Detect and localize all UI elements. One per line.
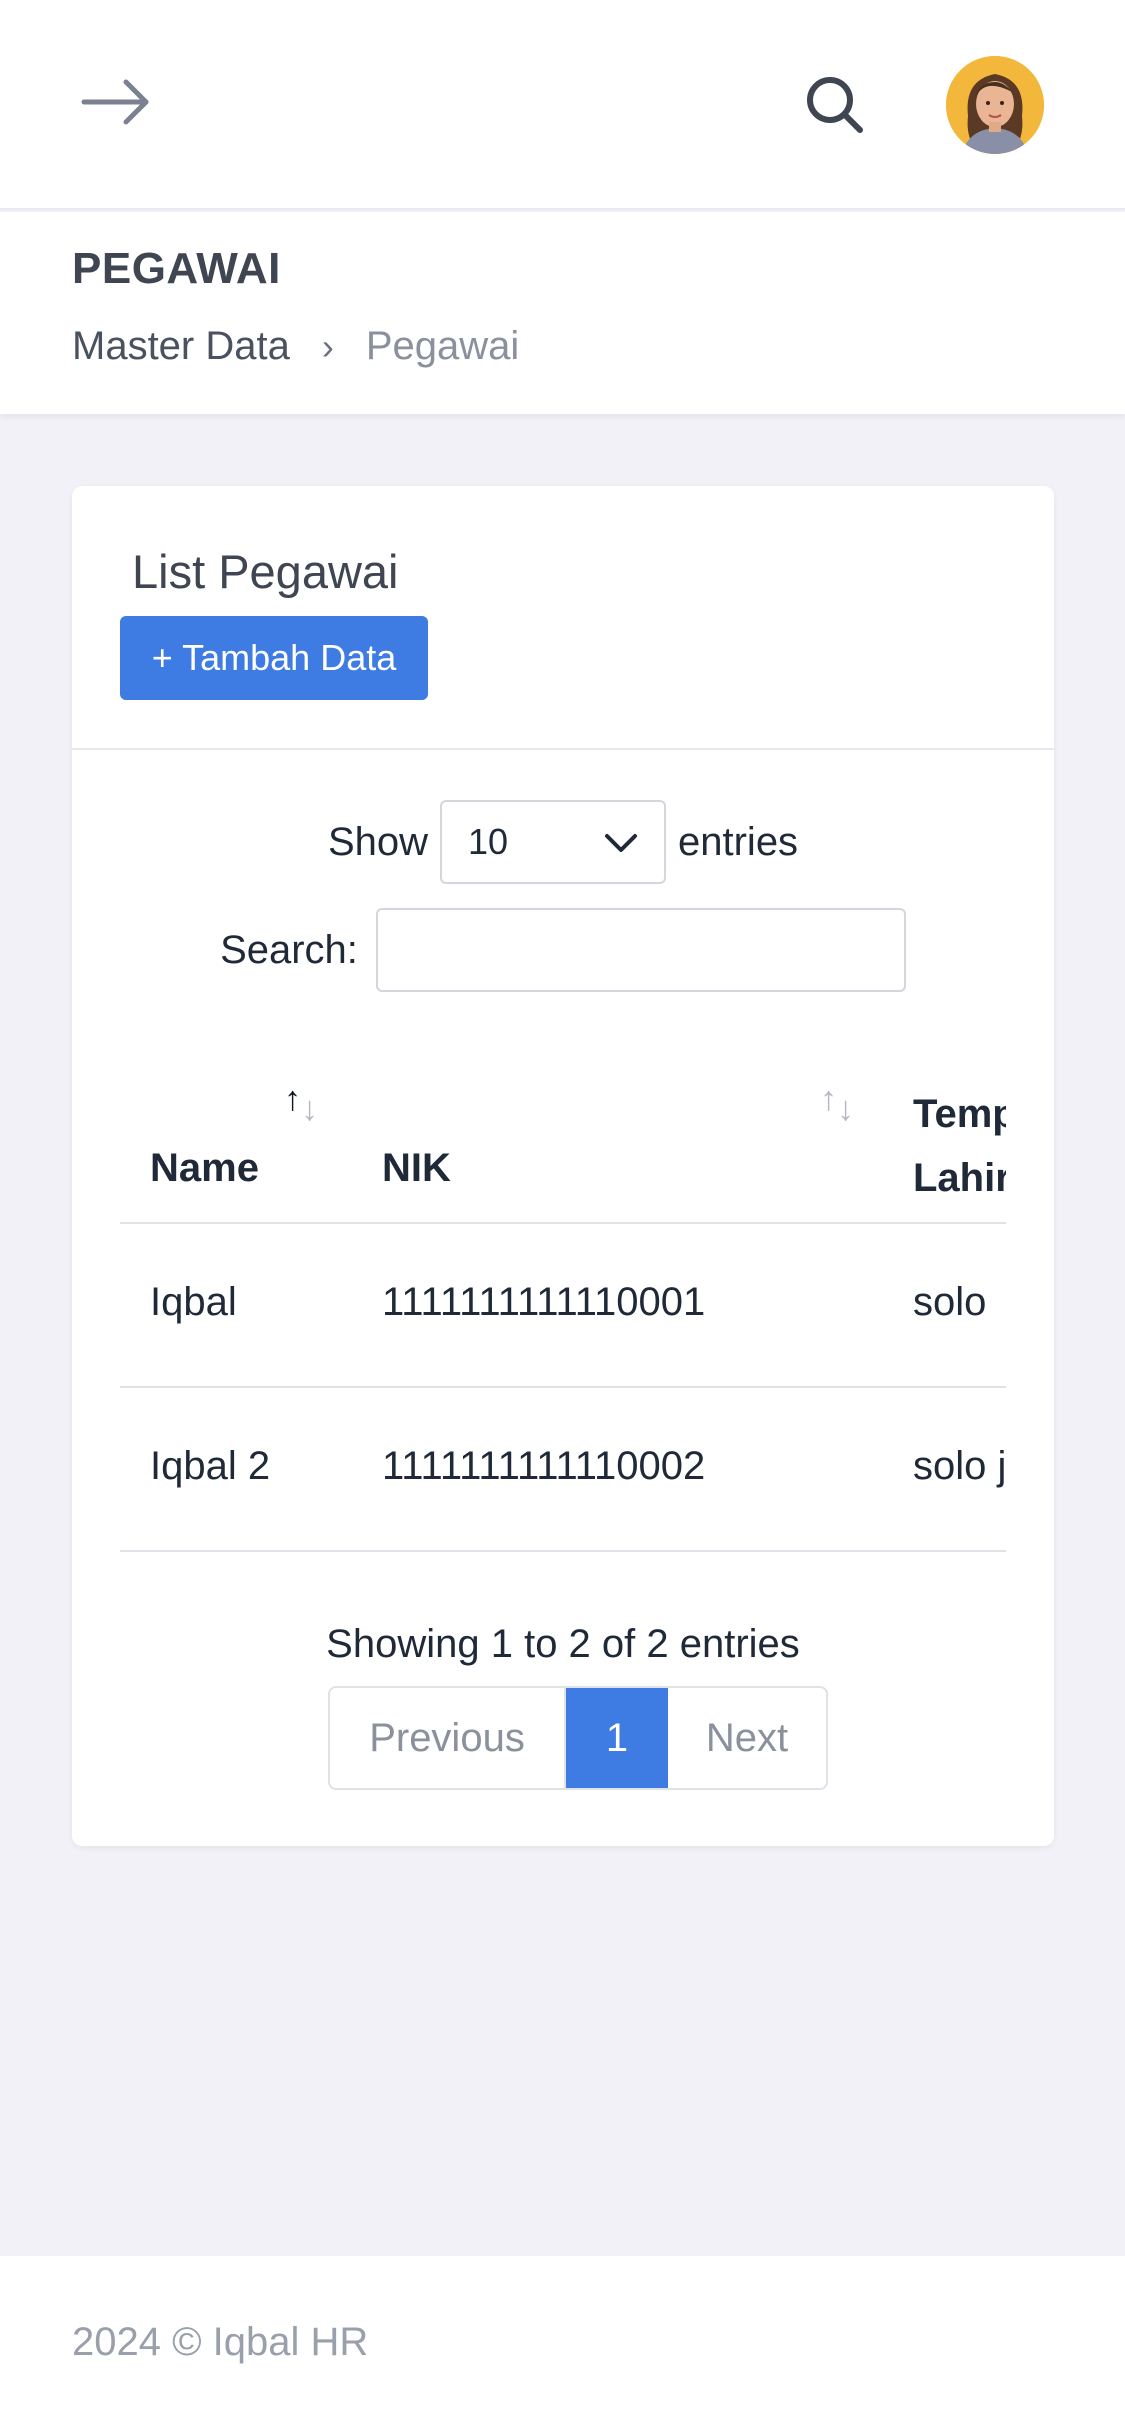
table-header-row: Name ↑↓ NIK ↑↓ Tempat Lahir [120, 1046, 1006, 1224]
table-row[interactable]: Iqbal 1111111111110001 solo [120, 1224, 1006, 1388]
entries-select-value: 10 [468, 821, 509, 862]
previous-page-button[interactable]: Previous [330, 1688, 566, 1788]
chevron-right-icon: › [321, 325, 334, 367]
cell-nik: 1111111111110001 [382, 1280, 706, 1324]
card-header: List Pegawai + Tambah Data [72, 486, 1054, 750]
search-input[interactable] [375, 908, 906, 992]
footer: 2024 © Iqbal HR [0, 2256, 1125, 2436]
top-navbar [0, 0, 1125, 210]
cell-name: Iqbal 2 [150, 1444, 271, 1488]
table-row[interactable]: Iqbal 2 1111111111110002 solo juga [120, 1388, 1006, 1552]
column-header-nik[interactable]: NIK [382, 1146, 451, 1191]
table-info: Showing 1 to 2 of 2 entries [326, 1622, 800, 1666]
breadcrumb-item-pegawai: Pegawai [365, 324, 520, 368]
page-title: PEGAWAI [72, 244, 281, 293]
cell-tempat-lahir: solo [913, 1280, 987, 1324]
arrow-right-icon[interactable] [80, 70, 152, 134]
card-title: List Pegawai [132, 545, 399, 598]
cell-tempat-lahir: solo juga [913, 1444, 1006, 1488]
breadcrumb-item-master-data[interactable]: Master Data [72, 324, 290, 369]
page-1-button[interactable]: 1 [566, 1688, 668, 1788]
next-page-button[interactable]: Next [668, 1688, 826, 1788]
employee-table: Name ↑↓ NIK ↑↓ Tempat Lahir Iqbal 111111… [120, 1046, 1006, 1592]
table-search: Search: [72, 908, 1054, 992]
sort-icon[interactable]: ↑↓ [820, 1080, 854, 1128]
employee-list-card: List Pegawai + Tambah Data Show 10 entri… [72, 486, 1054, 1846]
sort-asc-icon[interactable]: ↑↓ [284, 1080, 318, 1128]
chevron-down-icon [604, 821, 638, 863]
footer-copyright: 2024 © Iqbal HR [72, 2320, 369, 2364]
column-header-tempat-lahir[interactable]: Tempat Lahir [913, 1082, 1006, 1210]
page-header: PEGAWAI Master Data › Pegawai [0, 212, 1125, 414]
show-label: Show [327, 819, 428, 864]
entries-label: entries [678, 819, 799, 864]
breadcrumb: Master Data › Pegawai [72, 324, 519, 369]
cell-name: Iqbal [150, 1280, 237, 1324]
search-label: Search: [220, 927, 358, 972]
pagination: Previous 1 Next [328, 1686, 828, 1790]
add-data-button[interactable]: + Tambah Data [120, 616, 428, 700]
avatar[interactable] [946, 56, 1044, 154]
search-icon[interactable] [800, 70, 870, 140]
entries-length-control: Show 10 entries [72, 800, 1054, 884]
entries-select[interactable]: 10 [440, 800, 666, 884]
column-header-name[interactable]: Name [150, 1146, 259, 1191]
cell-nik: 1111111111110002 [382, 1444, 706, 1488]
